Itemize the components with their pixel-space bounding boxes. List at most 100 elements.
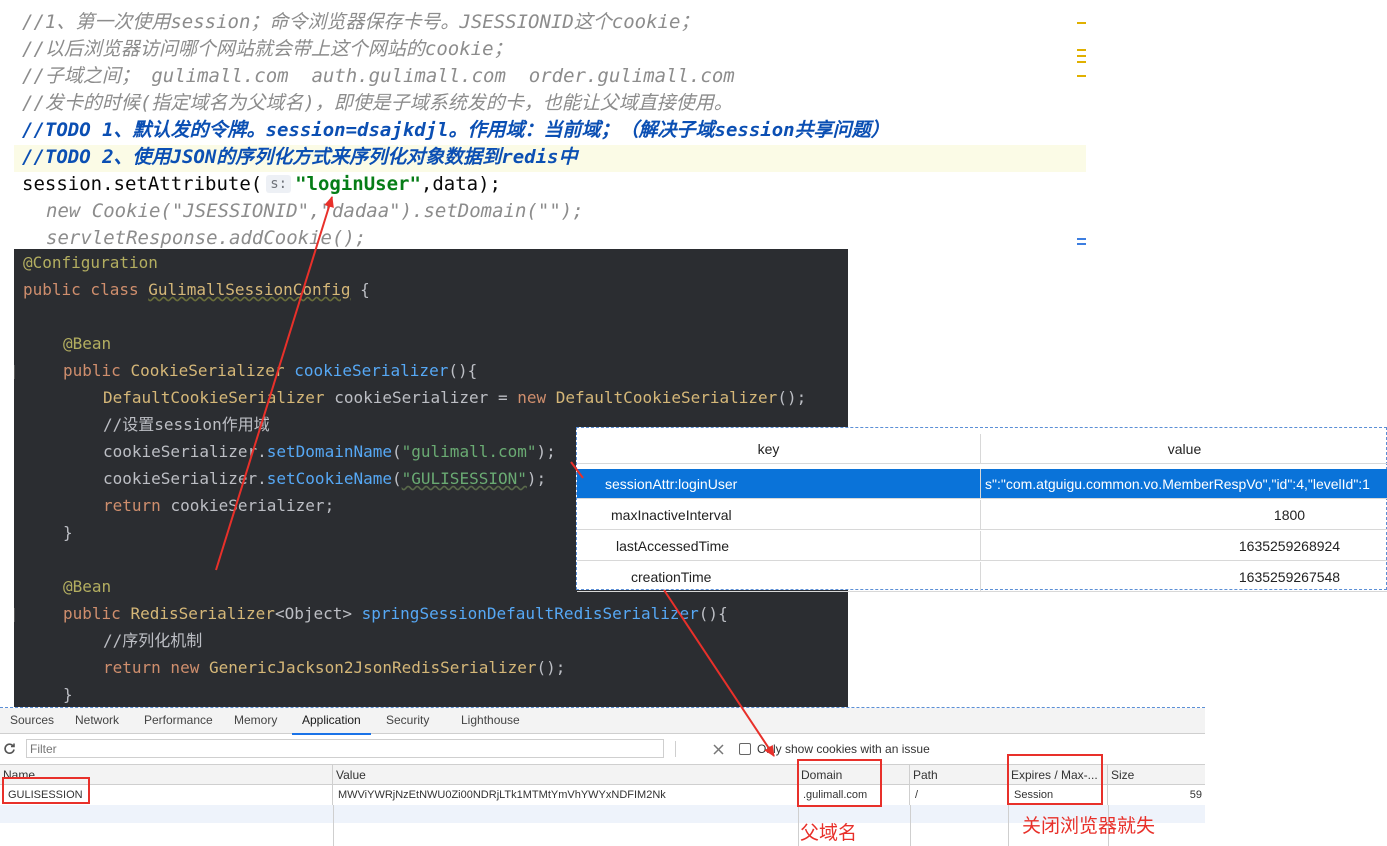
tab-lighthouse[interactable]: Lighthouse — [461, 708, 520, 733]
cookie-size-cell[interactable]: 59 — [1108, 785, 1205, 805]
punctuation: ); — [526, 469, 547, 488]
column-header-size[interactable]: Size — [1108, 765, 1205, 785]
parent-domain-label: 父域名 — [800, 822, 858, 844]
code-line: @Configuration — [23, 249, 158, 276]
info-mark-icon — [1077, 243, 1086, 245]
warning-mark-icon — [1077, 75, 1086, 77]
fold-icon[interactable] — [14, 608, 21, 622]
code-line: DefaultCookieSerializer cookieSerializer… — [103, 384, 806, 411]
tab-application[interactable]: Application — [292, 708, 371, 735]
close-browser-label: 关闭浏览器就失 — [1022, 815, 1156, 837]
column-divider — [1008, 805, 1009, 846]
tab-security[interactable]: Security — [386, 708, 429, 733]
table-row-key[interactable]: lastAccessedTime — [577, 531, 981, 561]
code-suffix: ,data); — [420, 173, 501, 195]
table-row-key[interactable]: sessionAttr:loginUser — [577, 469, 981, 499]
generic: <Object> — [274, 604, 362, 623]
table-row-key[interactable]: maxInactiveInterval — [577, 500, 981, 530]
column-divider — [910, 805, 911, 846]
code-line: return cookieSerializer; — [103, 492, 334, 519]
tab-performance[interactable]: Performance — [144, 708, 213, 733]
comment-line: //设置session作用域 — [103, 415, 270, 434]
toolbar-divider — [675, 741, 676, 757]
fold-icon[interactable] — [14, 365, 21, 379]
tab-sources[interactable]: Sources — [10, 708, 54, 733]
type: DefaultCookieSerializer — [555, 388, 778, 407]
variable: cookieSerializer = — [334, 388, 518, 407]
header-value: value — [981, 434, 1387, 464]
cookie-name-string: "GULISESSION" — [401, 469, 527, 488]
warning-mark-icon — [1077, 61, 1086, 63]
devtools-tabbar: Sources Network Performance Memory Appli… — [0, 708, 1205, 735]
keyword: new — [517, 388, 556, 407]
method-name: cookieSerializer — [294, 361, 449, 380]
redis-hash-table: key value sessionAttr:loginUser s":"com.… — [576, 427, 1387, 592]
code-line: } — [63, 523, 73, 542]
warning-mark-icon — [1077, 55, 1086, 57]
code-line: public class GulimallSessionConfig { — [23, 276, 370, 303]
refresh-icon[interactable] — [3, 742, 16, 755]
comment-line-4: //发卡的时候(指定域名为父域名)，即使是子域系统发的卡，也能让父域直接使用。 — [22, 92, 733, 114]
table-row-key[interactable]: creationTime — [577, 562, 981, 592]
clear-icon[interactable] — [713, 744, 724, 755]
comment-line-2: //以后浏览器访问哪个网站就会带上这个网站的cookie； — [22, 38, 513, 60]
class-keywords: public class — [23, 280, 149, 299]
response-line: servletResponse.addCookie(); — [46, 227, 367, 249]
code-line: @Bean — [63, 573, 111, 600]
punctuation: (); — [777, 388, 807, 407]
tab-memory[interactable]: Memory — [234, 708, 277, 733]
info-mark-icon — [1077, 238, 1086, 240]
code-line: public CookieSerializer cookieSerializer… — [63, 357, 477, 384]
login-user-string: "loginUser" — [295, 173, 421, 195]
only-issue-label: Only show cookies with an issue — [757, 742, 930, 756]
column-header-value[interactable]: Value — [333, 765, 798, 785]
punctuation: ( — [392, 469, 402, 488]
warning-mark-icon — [1077, 22, 1086, 24]
highlight-box-domain — [797, 759, 882, 807]
object: cookieSerializer. — [103, 469, 267, 488]
code-line: public RedisSerializer<Object> springSes… — [63, 600, 728, 627]
comment-line: //序列化机制 — [103, 631, 203, 650]
keyword: public — [63, 604, 131, 623]
code-line: } — [63, 685, 73, 704]
table-row-value[interactable]: 1635259268924 — [981, 531, 1387, 561]
method-name: springSessionDefaultRedisSerializer — [361, 604, 699, 623]
type: CookieSerializer — [130, 361, 295, 380]
punctuation: (){ — [448, 361, 478, 380]
comment-line-1: //1、第一次使用session；命令浏览器保存卡号。JSESSIONID这个c… — [22, 11, 700, 33]
column-header-path[interactable]: Path — [910, 765, 1008, 785]
type: GenericJackson2JsonRedisSerializer — [208, 658, 537, 677]
punctuation: (); — [536, 658, 566, 677]
table-row-value[interactable]: 1800 — [981, 500, 1387, 530]
method-name: setCookieName — [266, 469, 392, 488]
table-row-value[interactable]: s":"com.atguigu.common.vo.MemberRespVo",… — [981, 469, 1387, 499]
table-row-value[interactable]: 1635259267548 — [981, 562, 1387, 592]
set-attribute-line: session.setAttribute(s: "loginUser",data)… — [22, 171, 501, 198]
code-line: cookieSerializer.setCookieName("GULISESS… — [103, 465, 546, 492]
code-prefix: session.setAttribute( — [22, 173, 263, 195]
cookie-path-cell[interactable]: / — [910, 785, 1008, 805]
param-hint: s: — [266, 175, 292, 193]
cookie-line: new Cookie("JSESSIONID","dadaa").setDoma… — [46, 200, 584, 222]
top-code-editor: //1、第一次使用session；命令浏览器保存卡号。JSESSIONID这个c… — [0, 0, 1086, 252]
type: DefaultCookieSerializer — [103, 388, 335, 407]
header-key: key — [577, 434, 981, 464]
highlight-box-cookie-name — [2, 777, 90, 804]
class-name: GulimallSessionConfig — [148, 280, 351, 299]
type: RedisSerializer — [130, 604, 275, 623]
object: cookieSerializer. — [103, 442, 267, 461]
code-line: return new GenericJackson2JsonRedisSeria… — [103, 654, 565, 681]
punctuation: ( — [392, 442, 402, 461]
code-line: @Bean — [63, 330, 111, 357]
filter-input[interactable] — [26, 739, 664, 758]
only-issue-checkbox[interactable] — [739, 743, 751, 755]
column-divider — [798, 805, 799, 846]
todo-line-1: //TODO 1、默认发的令牌。session=dsajkdjl。作用域：当前域… — [22, 119, 890, 141]
keyword: return new — [103, 658, 209, 677]
domain-string: "gulimall.com" — [401, 442, 537, 461]
tab-network[interactable]: Network — [75, 708, 119, 733]
variable: cookieSerializer; — [170, 496, 335, 515]
cookie-value-cell[interactable]: MWViYWRjNzEtNWU0Zi00NDRjLTk1MTMtYmVhYWYx… — [333, 785, 798, 805]
keyword: return — [103, 496, 171, 515]
punctuation: (){ — [698, 604, 728, 623]
